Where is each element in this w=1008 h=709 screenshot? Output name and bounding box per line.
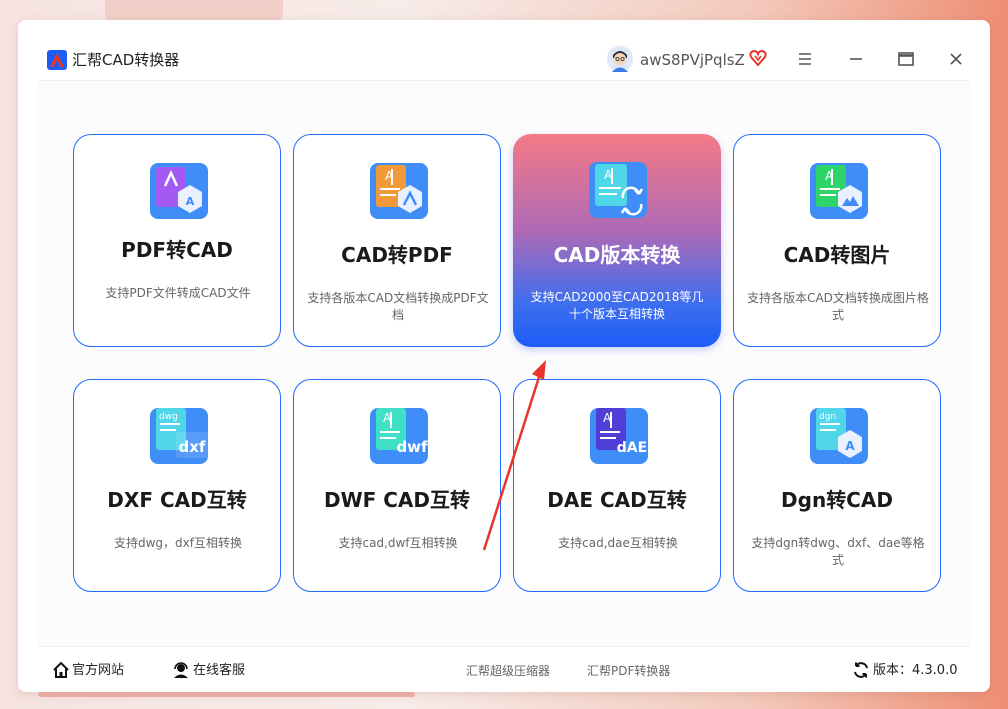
card-cad-version-convert[interactable]: A CAD版本转换 支持CAD2000至CAD2018等几十个版本互相转换	[513, 134, 721, 347]
icon-label: A	[845, 439, 855, 453]
card-title: PDF转CAD	[121, 238, 233, 262]
online-support-link[interactable]: 在线客服	[193, 662, 245, 680]
card-title: CAD转图片	[783, 243, 891, 267]
annotation-arrow	[482, 360, 546, 551]
card-description: 支持PDF文件转成CAD文件	[105, 286, 251, 300]
card-cad-to-image[interactable]: A CAD转图片 支持各版本CAD文档转换成图片格式	[733, 134, 941, 347]
maximize-icon[interactable]	[895, 48, 917, 70]
card-description: 支持dwg，dxf互相转换	[114, 536, 242, 550]
card-description: 支持dgn转dwg、dxf、dae等格式	[751, 536, 925, 567]
dwf-cad-icon: A dwf	[370, 408, 428, 464]
cad-to-pdf-icon: A	[370, 163, 428, 219]
card-title: CAD转PDF	[341, 243, 453, 267]
app-title: 汇帮CAD转换器	[72, 51, 180, 69]
dgn-to-cad-icon: dgn A	[810, 408, 868, 464]
home-icon	[53, 661, 69, 678]
dae-cad-icon: A dAE	[590, 408, 648, 464]
footer-bar: 官方网站 在线客服 汇帮超级压缩器 汇帮PDF转换器 版本：4.3.0.0	[38, 646, 970, 693]
close-icon[interactable]	[945, 48, 967, 70]
cad-version-convert-icon: A	[589, 162, 647, 218]
customer-service-icon	[174, 662, 188, 678]
card-description: 支持各版本CAD文档转换成PDF文档	[307, 291, 489, 322]
card-title: CAD版本转换	[553, 243, 681, 267]
card-title: DWF CAD互转	[323, 488, 471, 512]
card-description: 支持CAD2000至CAD2018等几十个版本互相转换	[530, 290, 704, 321]
app-logo-icon	[47, 50, 67, 70]
card-dxf-cad[interactable]: dwg dxf DXF CAD互转 支持dwg，dxf互相转换	[73, 379, 281, 592]
card-description: 支持cad,dae互相转换	[558, 536, 678, 550]
card-description: 支持各版本CAD文档转换成图片格式	[747, 291, 929, 322]
app-window: 汇帮CAD转换器 awS8PVjPqlsZ A PDF转CAD 支持PDF文件转…	[18, 20, 990, 692]
cad-to-image-icon: A	[810, 163, 868, 219]
compressor-link[interactable]: 汇帮超级压缩器	[466, 662, 550, 680]
icon-label: dAE	[617, 440, 647, 456]
username[interactable]: awS8PVjPqlsZ	[640, 50, 745, 70]
official-website-link[interactable]: 官方网站	[72, 662, 124, 680]
version-label: 版本：4.3.0.0	[873, 663, 958, 678]
icon-label: dxf	[179, 438, 206, 456]
card-title: DXF CAD互转	[107, 488, 247, 512]
card-pdf-to-cad[interactable]: A PDF转CAD 支持PDF文件转成CAD文件	[73, 134, 281, 347]
icon-label: dwg	[159, 412, 178, 422]
svg-text:A: A	[186, 195, 195, 208]
minimize-icon[interactable]	[845, 48, 867, 70]
card-dgn-to-cad[interactable]: dgn A Dgn转CAD 支持dgn转dwg、dxf、dae等格式	[733, 379, 941, 592]
card-title: Dgn转CAD	[781, 488, 893, 512]
refresh-icon[interactable]	[852, 661, 870, 679]
icon-label: dgn	[819, 412, 836, 422]
vip-heart-icon[interactable]	[749, 49, 767, 67]
pdf-to-cad-icon: A	[150, 163, 208, 219]
card-description: 支持cad,dwf互相转换	[338, 536, 458, 550]
icon-label: dwf	[396, 438, 428, 456]
title-bar: 汇帮CAD转换器 awS8PVjPqlsZ	[18, 20, 990, 80]
menu-icon[interactable]	[794, 48, 816, 70]
dxf-cad-icon: dwg dxf	[150, 408, 208, 464]
avatar[interactable]	[607, 46, 633, 72]
pdf-converter-link[interactable]: 汇帮PDF转换器	[587, 662, 670, 680]
card-cad-to-pdf[interactable]: A CAD转PDF 支持各版本CAD文档转换成PDF文档	[293, 134, 501, 347]
card-dwf-cad[interactable]: A dwf DWF CAD互转 支持cad,dwf互相转换	[293, 379, 501, 592]
